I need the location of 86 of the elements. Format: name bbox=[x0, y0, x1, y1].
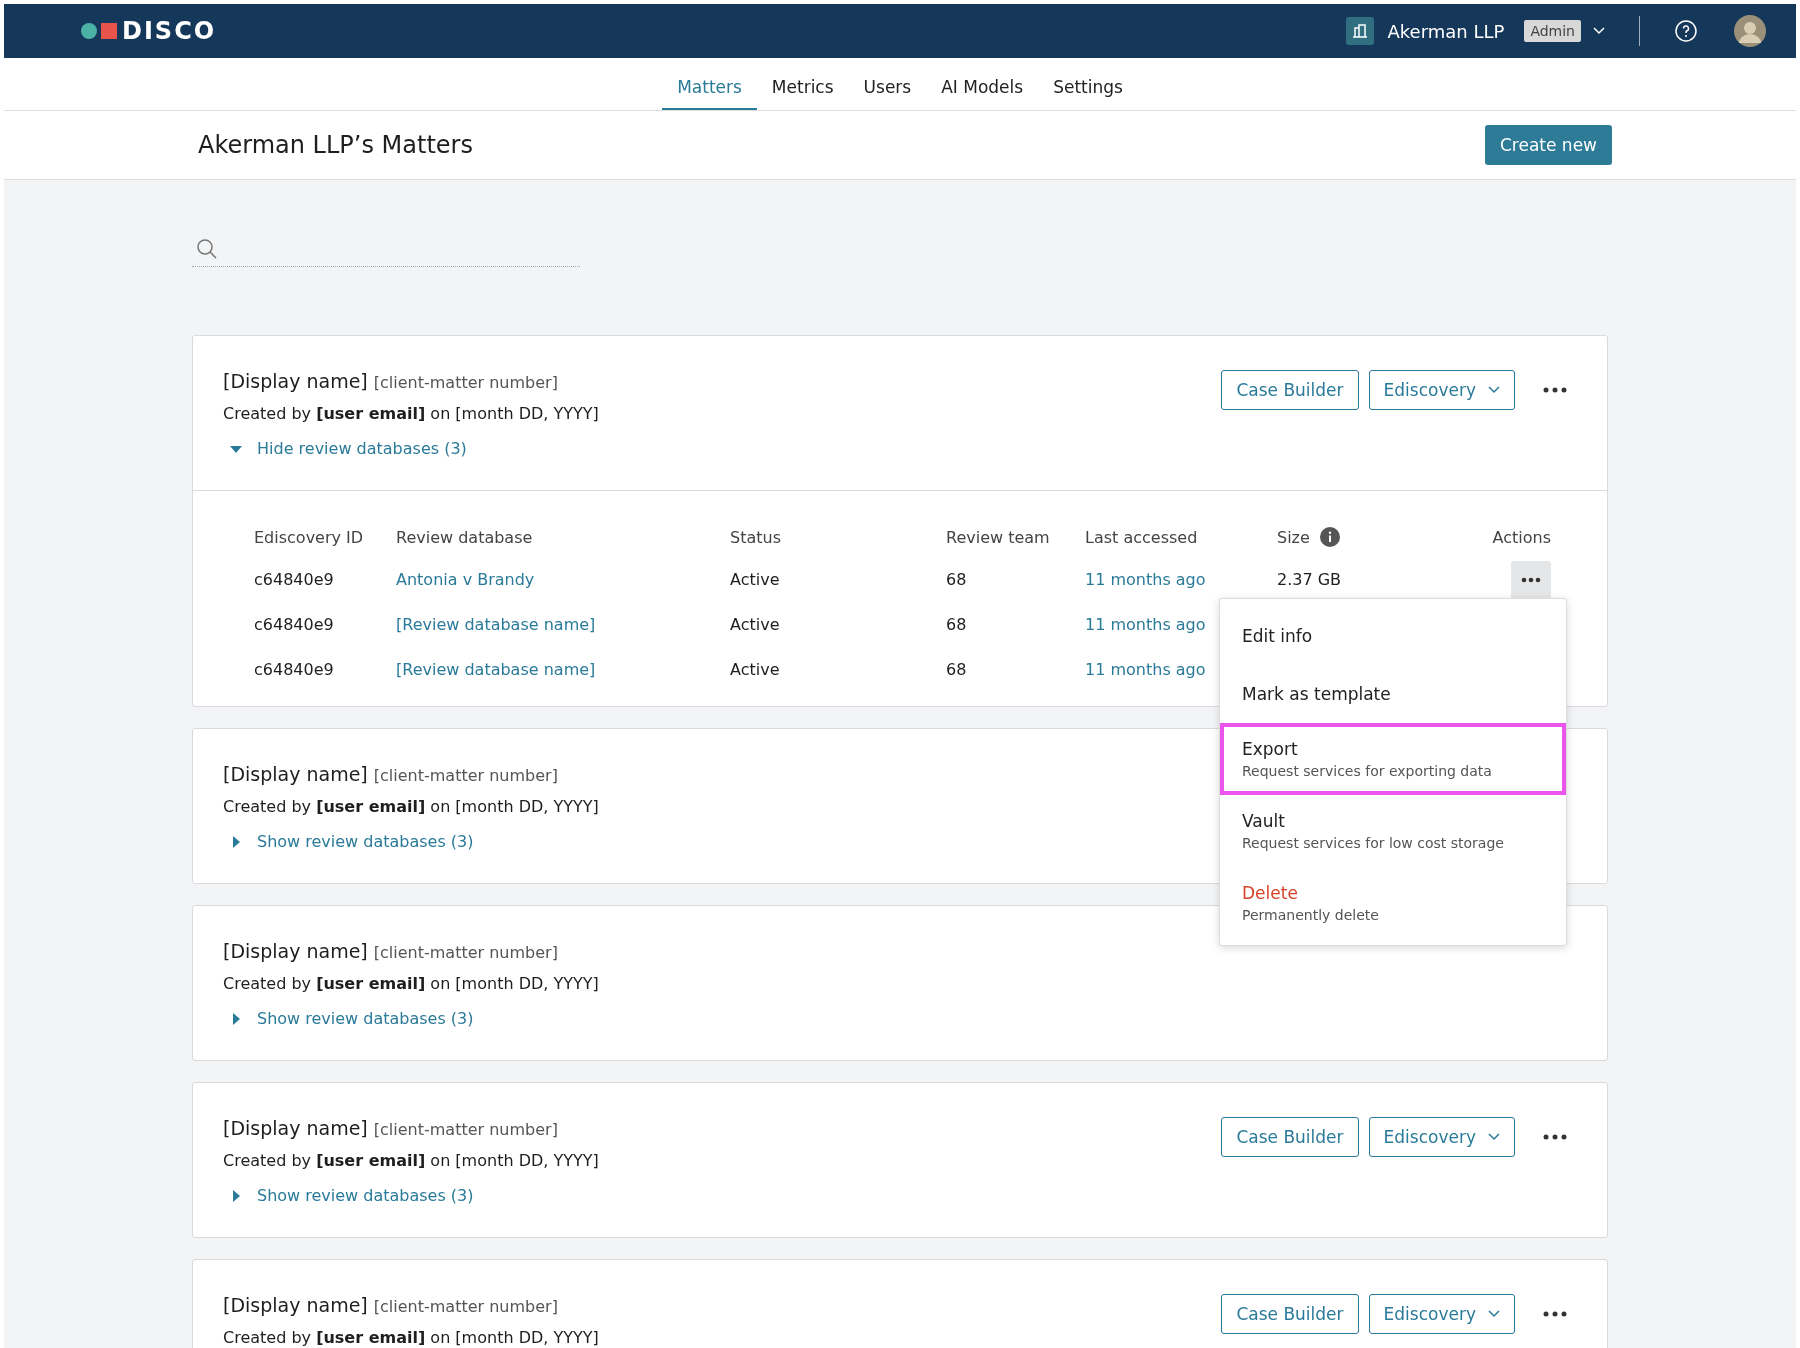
review-databases-toggle[interactable]: Show review databases (3) bbox=[223, 832, 474, 851]
search-icon bbox=[196, 238, 218, 260]
created-by-text: Created by [user email] on [month DD, YYYY] bbox=[223, 1151, 599, 1170]
created-by-text: Created by [user email] on [month DD, YYYY] bbox=[223, 404, 599, 423]
review-databases-toggle[interactable]: Show review databases (3) bbox=[223, 1009, 474, 1028]
chevron-down-icon bbox=[1488, 1133, 1500, 1141]
nav-tab[interactable]: Settings bbox=[1038, 58, 1138, 110]
matter-number: [client-matter number] bbox=[373, 943, 558, 962]
menu-item[interactable]: Vault Request services for low cost storage bbox=[1220, 795, 1566, 867]
column-header: Review team bbox=[946, 527, 1050, 547]
row-actions-button[interactable] bbox=[1511, 560, 1551, 599]
matter-number: [client-matter number] bbox=[373, 766, 558, 785]
menu-item-label: Mark as template bbox=[1242, 684, 1392, 704]
review-database-link[interactable]: [Review database name] bbox=[396, 615, 596, 634]
logo-icon bbox=[80, 22, 120, 40]
ediscovery-id: c64840e9 bbox=[254, 615, 334, 634]
review-team-count: 68 bbox=[946, 660, 967, 679]
review-databases-toggle[interactable]: Show review databases (3) bbox=[223, 1186, 474, 1205]
display-name: [Display name] bbox=[223, 1294, 368, 1316]
review-databases-toggle[interactable]: Hide review databases (3) bbox=[223, 439, 467, 458]
matter-number: [client-matter number] bbox=[373, 1297, 558, 1316]
ellipsis-icon bbox=[1543, 387, 1567, 393]
ediscovery-id: c64840e9 bbox=[254, 570, 334, 589]
menu-item-label: Delete bbox=[1242, 883, 1299, 903]
last-accessed-link[interactable]: 11 months ago bbox=[1085, 570, 1206, 589]
nav-tab[interactable]: Users bbox=[848, 58, 927, 110]
status-text: Active bbox=[730, 615, 780, 634]
case-builder-button[interactable]: Case Builder bbox=[1221, 1117, 1359, 1157]
review-team-count: 68 bbox=[946, 615, 967, 634]
create-new-button[interactable]: Create new bbox=[1484, 125, 1612, 165]
column-header: Review database bbox=[396, 527, 533, 547]
review-database-link[interactable]: Antonia v Brandy bbox=[396, 570, 535, 589]
ellipsis-icon bbox=[1543, 1311, 1567, 1317]
menu-item[interactable]: Edit info bbox=[1220, 607, 1566, 665]
last-accessed-link[interactable]: 11 months ago bbox=[1085, 660, 1206, 679]
display-name: [Display name] bbox=[223, 940, 368, 962]
menu-item-label: Edit info bbox=[1242, 626, 1314, 646]
help-icon[interactable] bbox=[1674, 19, 1698, 43]
case-builder-button[interactable]: Case Builder bbox=[1221, 1294, 1359, 1334]
created-by-text: Created by [user email] on [month DD, YYYY] bbox=[223, 974, 599, 993]
column-header: Actions bbox=[1492, 527, 1551, 547]
logo-text: DISCO bbox=[122, 17, 217, 45]
page-title: Akerman LLP’s Matters bbox=[198, 131, 473, 159]
menu-item-description: Permanently delete bbox=[1242, 907, 1380, 923]
status-text: Active bbox=[730, 570, 780, 589]
search-field[interactable] bbox=[192, 238, 580, 267]
menu-item[interactable]: Mark as template bbox=[1220, 665, 1566, 723]
display-name: [Display name] bbox=[223, 1117, 368, 1139]
ellipsis-icon bbox=[1543, 1134, 1567, 1140]
menu-item[interactable]: Delete Permanently delete bbox=[1220, 867, 1566, 939]
role-dropdown[interactable]: Admin bbox=[1524, 20, 1605, 42]
nav-tab[interactable]: Metrics bbox=[756, 58, 849, 110]
created-by-text: Created by [user email] on [month DD, YYYY] bbox=[223, 1328, 599, 1347]
column-header: Status bbox=[730, 527, 781, 547]
column-header: Last accessed bbox=[1085, 527, 1198, 547]
status-text: Active bbox=[730, 660, 780, 679]
display-name: [Display name] bbox=[223, 763, 368, 785]
created-by-text: Created by [user email] on [month DD, YYYY] bbox=[223, 797, 599, 816]
ediscovery-dropdown[interactable]: Ediscovery bbox=[1368, 1294, 1515, 1334]
menu-item-description: Request services for exporting data bbox=[1242, 763, 1493, 779]
menu-item[interactable]: Export Request services for exporting data bbox=[1220, 723, 1566, 795]
ediscovery-id: c64840e9 bbox=[254, 660, 334, 679]
org-name: Akerman LLP bbox=[1387, 20, 1505, 42]
chevron-down-icon bbox=[1488, 386, 1500, 394]
avatar[interactable] bbox=[1734, 15, 1766, 47]
review-database-link[interactable]: [Review database name] bbox=[396, 660, 596, 679]
role-badge: Admin bbox=[1524, 20, 1581, 42]
menu-item-description: Request services for low cost storage bbox=[1242, 835, 1505, 851]
nav-tab[interactable]: AI Models bbox=[926, 58, 1039, 110]
matter-number: [client-matter number] bbox=[373, 1120, 558, 1139]
menu-item-label: Vault bbox=[1242, 811, 1286, 831]
display-name: [Display name] bbox=[223, 370, 368, 392]
last-accessed-link[interactable]: 11 months ago bbox=[1085, 615, 1206, 634]
chevron-down-icon bbox=[1593, 27, 1605, 35]
size-text: 2.37 GB bbox=[1277, 570, 1342, 589]
case-builder-button[interactable]: Case Builder bbox=[1221, 370, 1359, 410]
column-header: Ediscovery ID bbox=[254, 527, 364, 547]
review-team-count: 68 bbox=[946, 570, 967, 589]
column-header: Size bbox=[1277, 527, 1310, 547]
menu-item-label: Export bbox=[1242, 739, 1299, 759]
ediscovery-dropdown[interactable]: Ediscovery bbox=[1368, 370, 1515, 410]
ellipsis-icon bbox=[1521, 576, 1541, 583]
ediscovery-dropdown[interactable]: Ediscovery bbox=[1368, 1117, 1515, 1157]
matter-number: [client-matter number] bbox=[373, 373, 558, 392]
info-icon bbox=[1319, 527, 1340, 547]
chevron-down-icon bbox=[1488, 1310, 1500, 1318]
